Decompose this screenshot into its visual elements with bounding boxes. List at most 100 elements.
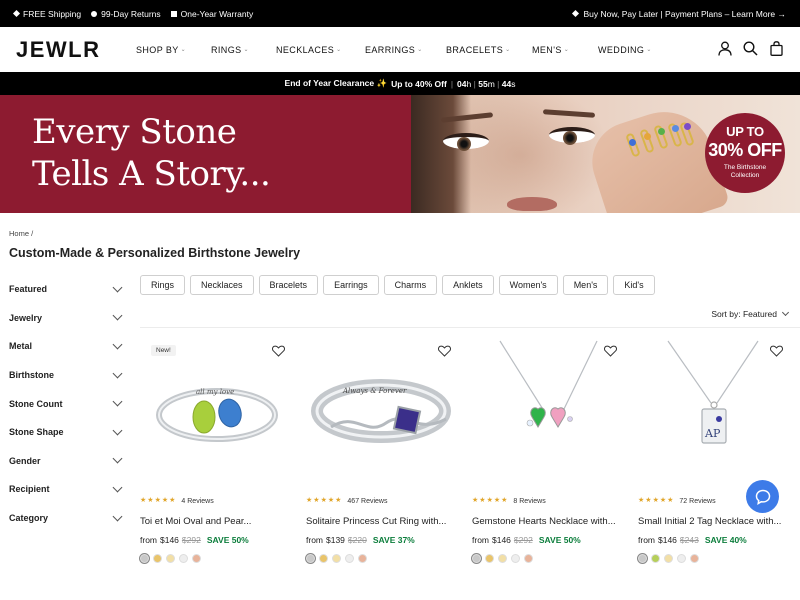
heart-icon[interactable]	[770, 344, 783, 357]
filter-label: Birthstone	[9, 370, 54, 381]
heart-icon[interactable]	[272, 344, 285, 357]
star-icon: ★	[652, 497, 659, 504]
nav-shop-by[interactable]: SHOP BY ⌄	[136, 45, 211, 55]
nav-bracelets[interactable]: BRACELETS ⌄	[446, 45, 532, 55]
nav-wedding[interactable]: WEDDING ⌄	[598, 45, 668, 55]
star-icon: ★	[140, 497, 147, 504]
product-image[interactable]: AP	[638, 339, 793, 489]
chip-bracelets[interactable]: Bracelets	[258, 275, 319, 295]
filter-label: Stone Shape	[9, 427, 64, 438]
price-current: $139	[326, 535, 345, 545]
filter-label: Recipient	[9, 484, 50, 495]
sort-dropdown[interactable]: Sort by: Featured	[711, 308, 790, 319]
swatch-white-gold[interactable]	[511, 554, 520, 563]
swatch-rose-gold[interactable]	[690, 554, 699, 563]
site-header: JEWLR SHOP BY ⌄ RINGS ⌄ NECKLACES ⌄ EARRING…	[0, 27, 800, 72]
swatch-silver[interactable]	[306, 554, 315, 563]
swatch-silver[interactable]	[140, 554, 149, 563]
heart-icon[interactable]	[438, 344, 451, 357]
product-price: from $139 $220 SAVE 37%	[306, 535, 415, 545]
countdown-separator: |	[497, 78, 500, 89]
payment-plans-link[interactable]: Buy Now, Pay Later | Payment Plans – Lea…	[572, 9, 786, 19]
swatch-silver[interactable]	[472, 554, 481, 563]
product-image[interactable]	[472, 339, 627, 489]
chip-kids[interactable]: Kid's	[613, 275, 655, 295]
chip-necklaces[interactable]: Necklaces	[190, 275, 254, 295]
product-price: from $146 $292 SAVE 50%	[472, 535, 581, 545]
warranty-text: One-Year Warranty	[180, 8, 254, 19]
nav-earrings[interactable]: EARRINGS ⌄	[365, 45, 446, 55]
filter-birthstone[interactable]: Birthstone	[9, 361, 124, 390]
filter-stone-count[interactable]: Stone Count	[9, 389, 124, 418]
price-current: $146	[160, 535, 179, 545]
promo-countdown-bar[interactable]: End of Year Clearance ✨ Up to 40% Off | …	[0, 72, 800, 95]
countdown-minutes-unit: m	[487, 78, 495, 89]
chip-womens[interactable]: Women's	[498, 275, 558, 295]
filter-stone-shape[interactable]: Stone Shape	[9, 418, 124, 447]
swatch-rose-gold[interactable]	[192, 554, 201, 563]
chip-mens[interactable]: Men's	[562, 275, 609, 295]
review-count[interactable]: 4 Reviews	[181, 498, 213, 505]
product-image[interactable]: Always & Forever	[306, 339, 461, 489]
warranty-item: One-Year Warranty	[170, 8, 254, 19]
product-image[interactable]: all my love	[140, 339, 295, 489]
heart-icon[interactable]	[604, 344, 617, 357]
swatch-light-gold[interactable]	[664, 554, 673, 563]
filter-gender[interactable]: Gender	[9, 447, 124, 476]
filter-featured[interactable]: Featured	[9, 275, 124, 304]
chevron-down-icon	[112, 482, 123, 493]
filter-category[interactable]: Category	[9, 504, 124, 533]
countdown-minutes: 55	[478, 78, 488, 89]
review-count[interactable]: 467 Reviews	[347, 498, 387, 505]
hero-banner[interactable]: Every Stone Tells A Story... UP TO 30% O…	[0, 95, 800, 213]
product-card[interactable]: Always & Forever ★ ★ ★ ★ ★ 467 Reviews Solit…	[306, 339, 461, 569]
swatch-white-gold[interactable]	[345, 554, 354, 563]
bag-icon[interactable]	[769, 40, 784, 56]
logo[interactable]: JEWLR	[16, 37, 136, 63]
swatch-light-gold[interactable]	[498, 554, 507, 563]
hero-title-line2: Tells A Story...	[32, 154, 271, 194]
star-icon: ★	[327, 497, 335, 504]
swatch-gold[interactable]	[153, 554, 162, 563]
chip-rings[interactable]: Rings	[140, 275, 186, 295]
chevron-down-icon	[781, 308, 790, 317]
review-count[interactable]: 8 Reviews	[513, 498, 545, 505]
swatch-rose-gold[interactable]	[524, 554, 533, 563]
swatch-silver[interactable]	[638, 554, 647, 563]
product-name[interactable]: Toi et Moi Oval and Pear...	[140, 516, 295, 527]
discount-badge: UP TO 30% OFF The Birthstone Collection	[705, 113, 785, 193]
search-icon[interactable]	[743, 40, 758, 56]
swatch-white-gold[interactable]	[179, 554, 188, 563]
breadcrumb[interactable]: Home /	[9, 229, 33, 238]
nav-mens[interactable]: MEN'S ⌄	[532, 45, 598, 55]
user-icon[interactable]	[717, 40, 732, 56]
nav-rings[interactable]: RINGS ⌄	[211, 45, 276, 55]
chevron-down-icon	[112, 396, 123, 407]
filter-metal[interactable]: Metal	[9, 332, 124, 361]
nav-necklaces[interactable]: NECKLACES ⌄	[276, 45, 365, 55]
filter-recipient[interactable]: Recipient	[9, 475, 124, 504]
review-count[interactable]: 72 Reviews	[679, 498, 715, 505]
chip-earrings[interactable]: Earrings	[323, 275, 379, 295]
hero-title-line1: Every Stone	[32, 112, 237, 152]
promo-separator: |	[450, 78, 454, 89]
swatch-light-gold[interactable]	[166, 554, 175, 563]
product-name[interactable]: Solitaire Princess Cut Ring with...	[306, 516, 461, 527]
chip-anklets[interactable]: Anklets	[442, 275, 494, 295]
swatch-gold[interactable]	[319, 554, 328, 563]
product-card[interactable]: AP ★ ★ ★ ★ ★ 72 Reviews Small Initial 2 Tag …	[638, 339, 793, 569]
product-card[interactable]: ★ ★ ★ ★ ★ 8 Reviews Gemstone Hearts Necklace…	[472, 339, 627, 569]
filter-jewelry[interactable]: Jewelry	[9, 304, 124, 333]
swatch-rose-gold[interactable]	[358, 554, 367, 563]
price-original: $292	[513, 535, 533, 545]
badge-discount: 30% OFF	[708, 140, 782, 160]
swatch-white-gold[interactable]	[677, 554, 686, 563]
chip-charms[interactable]: Charms	[383, 275, 438, 295]
swatch-gold[interactable]	[485, 554, 494, 563]
chat-button[interactable]	[746, 480, 779, 513]
swatch-green[interactable]	[651, 554, 660, 563]
swatch-light-gold[interactable]	[332, 554, 341, 563]
product-name[interactable]: Small Initial 2 Tag Necklace with...	[638, 516, 793, 527]
product-card[interactable]: all my love New! ★ ★ ★ ★ ★ 4 Reviews Toi et …	[140, 339, 295, 569]
product-name[interactable]: Gemstone Hearts Necklace with...	[472, 516, 627, 527]
